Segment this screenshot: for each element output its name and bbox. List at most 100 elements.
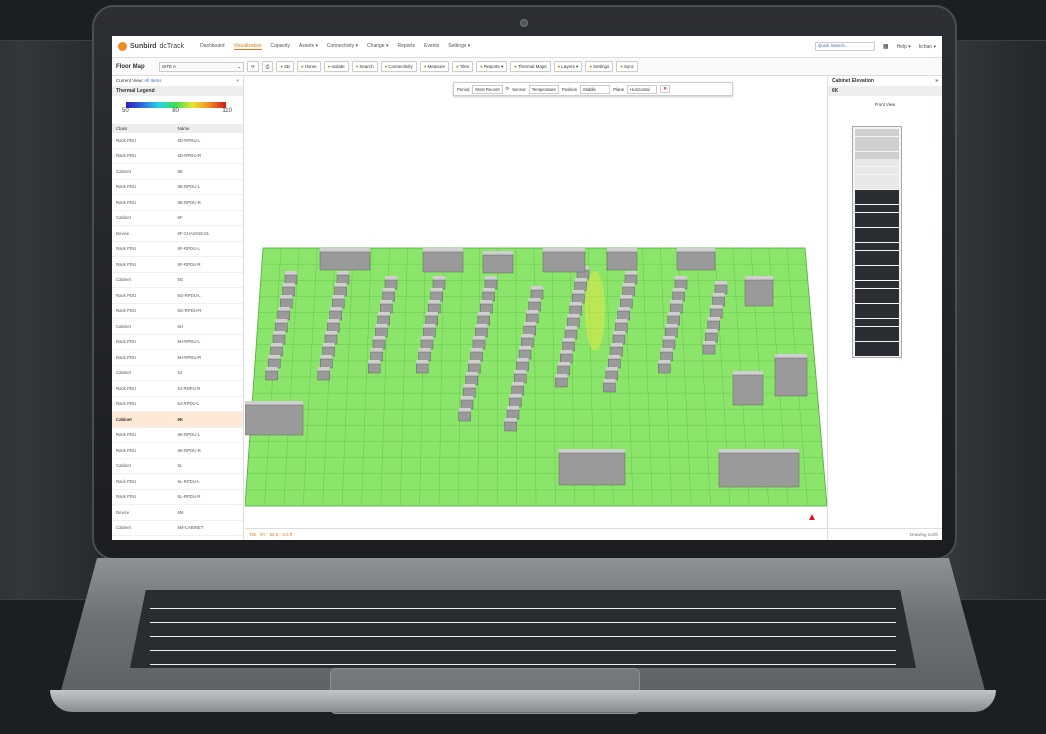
cabinet[interactable] (603, 379, 616, 393)
rack-unit[interactable] (855, 319, 899, 326)
cabinet[interactable] (375, 324, 388, 338)
table-row[interactable]: Rack PDU 6K-RPDU-L (112, 428, 243, 443)
cabinet[interactable] (280, 295, 293, 309)
table-row[interactable]: Rack PDU 6J-RPDU-L (112, 397, 243, 412)
cabinet[interactable] (528, 298, 541, 312)
nav-item[interactable]: Change ▾ (367, 43, 388, 50)
cabinet[interactable] (331, 295, 345, 309)
cabinet[interactable] (526, 310, 539, 324)
cabinet[interactable] (324, 331, 338, 345)
rack-unit[interactable] (855, 288, 899, 296)
cabinet[interactable] (425, 312, 439, 326)
close-icon[interactable]: × (236, 78, 239, 84)
cabinet[interactable] (732, 371, 764, 406)
table-row[interactable]: Device 6F-CHASSIS-01 (112, 226, 243, 242)
rack-unit[interactable] (855, 144, 899, 152)
cabinet[interactable] (509, 394, 522, 408)
rack-unit[interactable] (855, 197, 899, 205)
cabinet[interactable] (284, 271, 298, 285)
rack-unit[interactable] (855, 311, 899, 319)
cabinet[interactable] (612, 331, 626, 345)
nav-item[interactable]: Visualization (233, 43, 262, 50)
table-row[interactable]: Cabinet 6M-CABINET (112, 521, 243, 536)
table-row[interactable]: Rack PDU 6L-RPDU-R (112, 490, 243, 505)
table-row[interactable]: Cabinet 6G (112, 273, 243, 288)
cabinet[interactable] (506, 406, 520, 420)
toolbar-button[interactable]: ● Connectivity (380, 61, 417, 72)
table-row[interactable]: Rack PDU 6H-RPDU-L (112, 335, 243, 350)
cabinet[interactable] (327, 319, 340, 333)
table-row[interactable]: Rack PDU 6J-RDPU-R (112, 381, 243, 397)
help-menu[interactable]: Help ▾ (897, 44, 911, 50)
rack-unit[interactable] (855, 129, 899, 136)
floor-map-canvas[interactable]: Period Most Recent ⟳ Sensor Temperature Po… (245, 76, 827, 528)
cabinet[interactable] (458, 408, 471, 422)
rack-unit[interactable] (855, 258, 899, 266)
cabinet[interactable] (245, 401, 304, 436)
toolbar-button[interactable]: ● Tiles (452, 61, 474, 72)
cabinet[interactable] (282, 283, 295, 297)
cabinet[interactable] (475, 324, 488, 338)
toolbar-button[interactable]: ● Home (296, 61, 321, 72)
cabinet[interactable] (676, 248, 716, 271)
cabinet[interactable] (521, 334, 534, 348)
nav-item[interactable]: Settings ▾ (448, 43, 470, 50)
rack-unit[interactable] (855, 189, 899, 197)
quick-search-input[interactable]: Quick Search... (814, 42, 875, 51)
rack-unit[interactable] (855, 212, 899, 220)
rack-unit[interactable] (855, 326, 899, 334)
column-class[interactable]: Class (116, 126, 178, 131)
cabinet[interactable] (562, 338, 575, 352)
nav-item[interactable]: Assets ▾ (299, 43, 318, 50)
calendar-icon[interactable]: ▦ (883, 43, 889, 50)
toolbar-button[interactable]: ● Settings (585, 61, 614, 72)
cabinet[interactable] (702, 341, 716, 355)
cabinet[interactable] (482, 251, 514, 274)
cabinet[interactable] (432, 276, 446, 290)
cabinet[interactable] (482, 288, 495, 302)
cabinet[interactable] (542, 248, 586, 273)
cabinet[interactable] (514, 370, 527, 384)
cabinet[interactable] (665, 324, 678, 338)
cabinet[interactable] (705, 329, 718, 343)
table-row[interactable]: Rack PDU 6D-RPDU-R (112, 149, 243, 164)
cabinet[interactable] (564, 326, 578, 340)
rack-unit[interactable] (855, 341, 899, 349)
cabinet[interactable] (558, 449, 626, 486)
cabinet[interactable] (430, 288, 443, 302)
cabinet[interactable] (606, 248, 638, 271)
cabinet[interactable] (423, 324, 436, 338)
cabinet[interactable] (329, 307, 343, 321)
toolbar-button[interactable]: ● Layers ▾ (553, 61, 583, 72)
nav-item[interactable]: Connectivity ▾ (327, 43, 358, 50)
rack-unit[interactable] (855, 182, 899, 190)
cabinet[interactable] (319, 355, 333, 369)
cabinet[interactable] (610, 343, 623, 357)
cabinet[interactable] (774, 354, 808, 397)
rack-unit[interactable] (855, 281, 899, 288)
app-logo[interactable]: Sunbird dcTrack (118, 42, 184, 51)
cabinet[interactable] (624, 271, 638, 285)
cabinet[interactable] (516, 358, 529, 372)
rack-unit[interactable] (855, 235, 899, 243)
cabinet[interactable] (622, 283, 635, 297)
toolbar-button[interactable]: ● Thermal Maps (510, 61, 551, 72)
rack-unit[interactable] (855, 349, 899, 357)
toolbar-button[interactable]: ● Measure (419, 61, 450, 72)
cabinet[interactable] (560, 350, 573, 364)
table-row[interactable]: Cabinet 6H (112, 319, 243, 335)
table-row[interactable]: Cabinet 6E (112, 164, 243, 180)
toolbar-button[interactable]: ● 3D (276, 61, 294, 72)
cabinet[interactable] (336, 271, 350, 285)
expand-icon[interactable]: » (935, 78, 938, 84)
cabinet[interactable] (615, 319, 628, 333)
cabinet[interactable] (674, 276, 688, 290)
current-view-link[interactable]: All Items (144, 78, 161, 83)
user-menu[interactable]: kchan ▾ (919, 44, 936, 50)
cabinet[interactable] (667, 312, 680, 326)
rack-unit[interactable] (855, 167, 899, 174)
rack-unit[interactable] (855, 174, 899, 182)
cabinet[interactable] (370, 348, 383, 362)
cabinet[interactable] (710, 305, 723, 319)
site-select[interactable]: SITE A ⌄ (159, 61, 244, 72)
